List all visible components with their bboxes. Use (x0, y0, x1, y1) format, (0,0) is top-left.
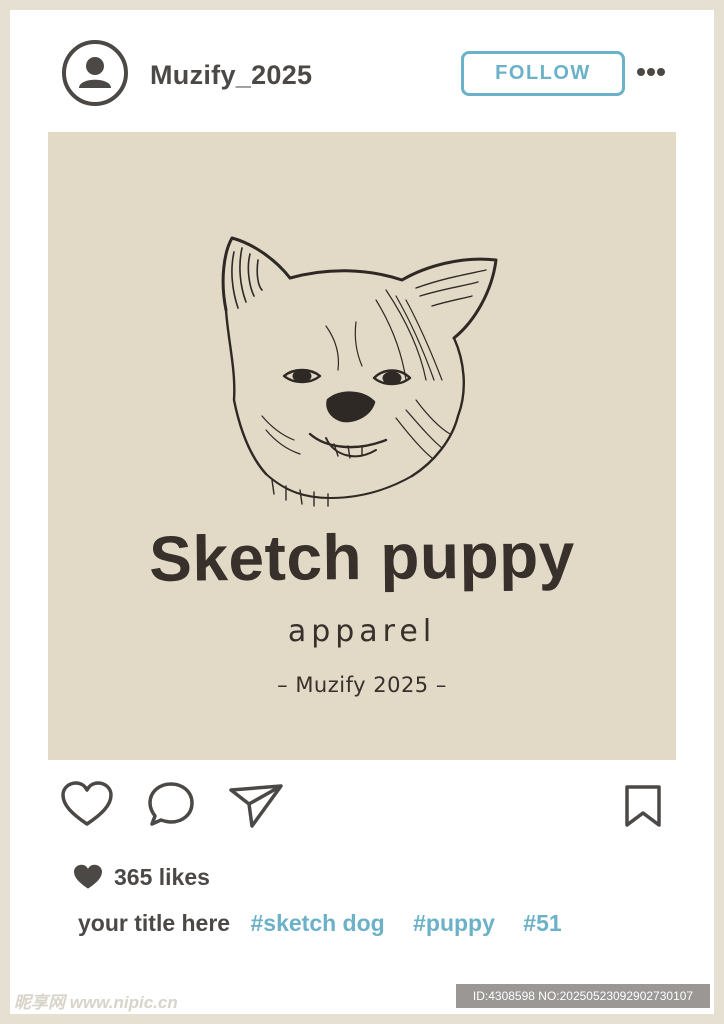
paper-plane-icon[interactable] (228, 780, 284, 830)
username[interactable]: Muzify_2025 (150, 60, 312, 91)
caption: your title here #sketch dog #puppy #51 (78, 910, 584, 937)
watermark-id: ID:4308598 NO:20250523092902730107 (456, 984, 710, 1008)
hashtag[interactable]: #sketch dog (251, 910, 385, 936)
likes-count[interactable]: 365 likes (114, 864, 210, 891)
heart-filled-icon (74, 864, 102, 889)
hashtag[interactable]: #puppy (413, 910, 495, 936)
hashtag[interactable]: #51 (523, 910, 561, 936)
brand-subtitle: apparel (287, 614, 437, 649)
user-avatar-icon (79, 57, 111, 88)
comment-bubble-icon[interactable] (146, 780, 196, 830)
watermark-logo: 昵享网 www.nipic.cn (14, 993, 178, 1012)
more-dots-icon[interactable] (636, 66, 666, 78)
post-card: Muzify_2025 FOLLOW Sketch puppy apparel … (10, 10, 714, 1014)
post-header: Muzify_2025 FOLLOW (10, 10, 714, 130)
post-image[interactable]: Sketch puppy apparel – Muzify 2025 – (48, 132, 676, 760)
sketch-dog-illustration (221, 236, 498, 507)
caption-title: your title here (78, 910, 231, 936)
follow-button[interactable]: FOLLOW (461, 51, 625, 96)
bookmark-icon[interactable] (624, 784, 662, 828)
heart-outline-icon[interactable] (60, 780, 114, 830)
brand-title: Sketch puppy (148, 519, 576, 595)
brand-tagline: – Muzify 2025 – (277, 673, 447, 697)
action-bar (10, 780, 714, 840)
avatar[interactable] (62, 40, 128, 106)
